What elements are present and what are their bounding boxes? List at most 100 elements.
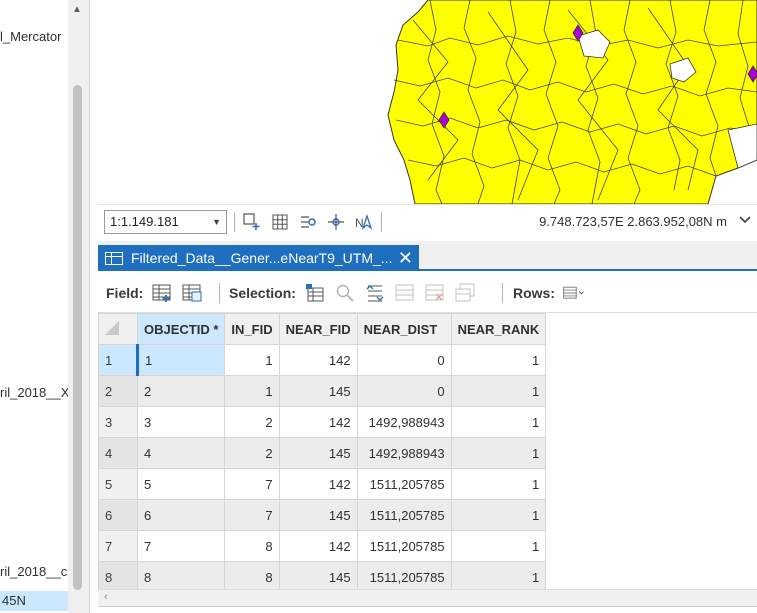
close-icon[interactable]: ✕ — [398, 245, 413, 271]
cell-in-fid[interactable]: 2 — [224, 437, 280, 469]
north-arrow-icon[interactable]: N — [353, 211, 375, 233]
layer-item-45n[interactable]: 45N — [0, 591, 68, 611]
column-header-near-dist[interactable]: NEAR_DIST — [356, 313, 452, 345]
snapping-icon[interactable] — [297, 211, 319, 233]
cell-near-dist[interactable]: 0 — [356, 344, 452, 376]
table-row[interactable]: 7 7 8 142 1511,205785 1 — [98, 530, 547, 562]
scale-value: 1:1.149.181 — [110, 214, 179, 229]
row-header[interactable]: 1 — [98, 344, 139, 376]
fixed-zoom-in-icon[interactable] — [241, 211, 263, 233]
cell-near-rank[interactable]: 1 — [450, 437, 547, 469]
column-header-near-fid[interactable]: NEAR_FID — [278, 313, 358, 345]
cell-objectid[interactable]: 4 — [136, 437, 226, 469]
table-horizontal-scrollbar[interactable]: ‹ — [98, 589, 757, 606]
row-header[interactable]: 6 — [98, 499, 138, 531]
calculate-field-icon[interactable] — [181, 282, 203, 304]
layer-item-april-2018-x[interactable]: ril_2018__X — [0, 385, 68, 400]
map-canvas[interactable] — [98, 0, 757, 204]
cell-near-dist[interactable]: 0 — [356, 375, 452, 407]
cell-near-dist[interactable]: 1511,205785 — [356, 468, 452, 500]
cell-near-fid[interactable]: 142 — [278, 344, 358, 376]
contents-scrollbar-thumb[interactable] — [73, 85, 82, 590]
select-all-corner[interactable] — [98, 313, 138, 345]
scale-dropdown[interactable]: 1:1.149.181 ▼ — [104, 210, 227, 234]
cell-near-dist[interactable]: 1492,988943 — [356, 437, 452, 469]
cell-near-rank[interactable]: 1 — [450, 561, 547, 593]
cell-near-dist[interactable]: 1511,205785 — [356, 499, 452, 531]
cell-objectid[interactable]: 1 — [136, 344, 226, 376]
scroll-up-icon[interactable]: ▲ — [72, 4, 82, 15]
row-header[interactable]: 8 — [98, 561, 138, 593]
table-row[interactable]: 8 8 8 145 1511,205785 1 — [98, 561, 547, 593]
cell-near-fid[interactable]: 142 — [278, 406, 358, 438]
cell-in-fid[interactable]: 7 — [224, 499, 280, 531]
cell-near-rank[interactable]: 1 — [450, 530, 547, 562]
cell-near-dist[interactable]: 1511,205785 — [356, 530, 452, 562]
grid-icon[interactable] — [269, 211, 291, 233]
column-header-objectid[interactable]: OBJECTID * — [136, 313, 226, 345]
cell-in-fid[interactable]: 2 — [224, 406, 280, 438]
table-row[interactable]: 6 6 7 145 1511,205785 1 — [98, 499, 547, 531]
cell-in-fid[interactable]: 1 — [224, 375, 280, 407]
cell-near-rank[interactable]: 1 — [450, 344, 547, 376]
attribute-table-grid[interactable]: OBJECTID * IN_FID NEAR_FID NEAR_DIST NEA… — [98, 313, 757, 598]
table-body: 1 1 1 142 0 1 2 2 1 145 0 1 3 3 2 142 1492,988943 1 4 4 2 145… — [98, 344, 547, 593]
column-header-in-fid[interactable]: IN_FID — [224, 313, 280, 345]
copy-selected-icon[interactable] — [454, 282, 476, 304]
table-row[interactable]: 2 2 1 145 0 1 — [98, 375, 547, 407]
cell-near-dist[interactable]: 1511,205785 — [356, 561, 452, 593]
selection-label: Selection: — [229, 285, 296, 301]
cell-near-fid[interactable]: 145 — [278, 375, 358, 407]
cell-near-fid[interactable]: 142 — [278, 530, 358, 562]
cell-in-fid[interactable]: 7 — [224, 468, 280, 500]
cell-objectid[interactable]: 3 — [136, 406, 226, 438]
cell-near-rank[interactable]: 1 — [450, 499, 547, 531]
cursor-coordinates: 9.748.723,57E 2.863.952,08N m — [539, 214, 727, 229]
cell-near-fid[interactable]: 142 — [278, 468, 358, 500]
scroll-left-icon[interactable]: ‹ — [104, 591, 108, 603]
table-row[interactable]: 5 5 7 142 1511,205785 1 — [98, 468, 547, 500]
chevron-down-icon[interactable]: ▼ — [212, 211, 221, 233]
cell-objectid[interactable]: 5 — [136, 468, 226, 500]
cell-objectid[interactable]: 6 — [136, 499, 226, 531]
cell-near-rank[interactable]: 1 — [450, 406, 547, 438]
cell-near-fid[interactable]: 145 — [278, 437, 358, 469]
map-view[interactable] — [98, 0, 757, 204]
cell-objectid[interactable]: 2 — [136, 375, 226, 407]
cell-near-fid[interactable]: 145 — [278, 561, 358, 593]
clear-selection-icon[interactable] — [394, 282, 416, 304]
cell-near-fid[interactable]: 145 — [278, 499, 358, 531]
table-row[interactable]: 1 1 1 142 0 1 — [98, 344, 547, 376]
row-header[interactable]: 4 — [98, 437, 138, 469]
row-header[interactable]: 7 — [98, 530, 138, 562]
row-header[interactable]: 2 — [98, 375, 138, 407]
cell-near-dist[interactable]: 1492,988943 — [356, 406, 452, 438]
table-header-row: OBJECTID * IN_FID NEAR_FID NEAR_DIST NEA… — [98, 313, 547, 345]
chevron-down-icon[interactable] — [739, 214, 751, 228]
layer-item-april-2018-c[interactable]: ril_2018__c — [0, 564, 67, 579]
arcgis-pro-window: l_Mercator ril_2018__X ril_2018__c 45N ▲ — [0, 0, 757, 613]
tab-attribute-table[interactable]: Filtered_Data__Gener...eNearT9_UTM_... ✕ — [98, 245, 419, 271]
zoom-to-selection-icon[interactable] — [334, 282, 356, 304]
cell-in-fid[interactable]: 8 — [224, 530, 280, 562]
region-polygons[interactable] — [387, 0, 757, 204]
row-header[interactable]: 3 — [98, 406, 138, 438]
cell-objectid[interactable]: 8 — [136, 561, 226, 593]
column-header-near-rank[interactable]: NEAR_RANK — [450, 313, 547, 345]
cell-objectid[interactable]: 7 — [136, 530, 226, 562]
table-row[interactable]: 3 3 2 142 1492,988943 1 — [98, 406, 547, 438]
table-row[interactable]: 4 4 2 145 1492,988943 1 — [98, 437, 547, 469]
select-by-attributes-icon[interactable] — [304, 282, 326, 304]
cell-in-fid[interactable]: 1 — [224, 344, 280, 376]
cell-near-rank[interactable]: 1 — [450, 468, 547, 500]
contents-scrollbar[interactable]: ▲ — [70, 0, 84, 613]
crosshair-icon[interactable] — [325, 211, 347, 233]
cell-near-rank[interactable]: 1 — [450, 375, 547, 407]
row-header[interactable]: 5 — [98, 468, 138, 500]
add-field-icon[interactable] — [151, 282, 173, 304]
layer-item-mercator[interactable]: l_Mercator — [0, 29, 61, 44]
switch-selection-icon[interactable] — [364, 282, 386, 304]
delete-selected-icon[interactable] — [424, 282, 446, 304]
rows-menu-icon[interactable] — [563, 282, 585, 304]
cell-in-fid[interactable]: 8 — [224, 561, 280, 593]
